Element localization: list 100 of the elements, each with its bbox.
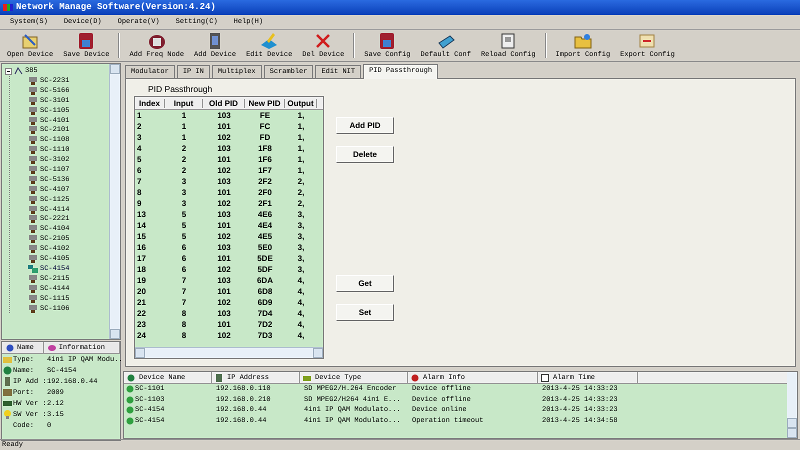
table-cell-text: 4, (296, 298, 306, 308)
table-cell-text: 7D4 (256, 309, 274, 318)
table-cell-text: 102 (216, 265, 232, 274)
table-cell-text: 2F1 (257, 199, 273, 208)
table-cell-text: 6 (180, 254, 188, 264)
table-cell-text: 2 (180, 166, 188, 176)
table-cell-text: 5DE (256, 254, 274, 264)
table-cell-text: 7 (180, 276, 188, 286)
table-cell-text: 3, (296, 243, 306, 252)
table-cell-text: 1 (180, 133, 188, 142)
table-cell-text: 1 (180, 111, 188, 120)
table-cell-text: 5DF (256, 265, 274, 274)
table-cell-text: 5 (180, 221, 188, 230)
table-cell-text: 16 (136, 243, 147, 252)
table-cell-text: 4E6 (256, 210, 274, 220)
table-cell-text: 8 (180, 309, 188, 318)
table-cell-text: 13 (136, 210, 147, 220)
table-cell-text: 6D8 (256, 287, 274, 296)
table-cell-text: 3, (296, 221, 306, 230)
table-cell-text: 6DA (256, 276, 274, 286)
table-cell-text: 7D2 (256, 320, 274, 330)
table-cell-text: 103 (216, 111, 232, 120)
table-cell-text: 3 (136, 133, 142, 142)
table-cell-text: 4 (136, 144, 142, 154)
table-cell-text: 102 (216, 166, 232, 176)
action-button[interactable]: Delete (336, 146, 394, 164)
table-cell-text: 101 (216, 122, 232, 132)
table-cell-text: 2F2 (257, 177, 273, 186)
table-cell-text: 4, (296, 287, 306, 296)
table-cell-text: 7D3 (256, 331, 274, 340)
table-cell-text: 102 (216, 199, 232, 208)
table-cell-text: FC (258, 122, 272, 132)
column-header[interactable]: New PID (245, 98, 285, 108)
action-button[interactable]: Set (336, 304, 394, 322)
table-cell-text: 22 (136, 309, 147, 318)
table-cell-text: 17 (136, 254, 147, 264)
table-cell-text: 4, (296, 331, 306, 340)
table-cell-text: 1, (296, 133, 306, 142)
table-cell-text: 101 (216, 221, 232, 230)
table-cell-text: 4, (296, 309, 306, 318)
table-cell-text: 2, (296, 177, 306, 186)
action-button[interactable]: Add PID (336, 117, 394, 134)
table-cell-text: 7 (136, 177, 142, 186)
table-cell-text: 1 (136, 111, 142, 120)
window-title: Network Manage Software(Version:4.24) (16, 2, 216, 12)
table-cell-text: 103 (216, 210, 232, 220)
table-cell-text: 24 (136, 331, 147, 340)
table-cell-text: 5 (180, 210, 188, 220)
table-cell-text: 5 (180, 232, 188, 242)
table-cell-text: 2 (136, 122, 142, 132)
table-cell-text: 1 (180, 122, 188, 132)
table-cell-text: 1F7 (257, 166, 273, 176)
table-cell-text: 6 (180, 265, 188, 274)
table-cell-text: 6D9 (256, 298, 274, 308)
table-cell-text: 1, (296, 122, 306, 132)
table-cell-text: 2 (180, 144, 188, 154)
table-cell-text: 3, (296, 210, 306, 220)
table-cell-text: 6 (136, 166, 142, 176)
table-cell-text: 103 (216, 177, 232, 186)
table-cell-text: 15 (136, 232, 147, 242)
table-cell-text: 18 (136, 265, 147, 274)
table-cell-text: 2, (296, 188, 306, 198)
table-cell-text: 19 (136, 276, 147, 286)
table-cell-text: 1F6 (257, 155, 273, 164)
table-cell-text: 101 (216, 320, 232, 330)
column-header[interactable]: Old PID (203, 98, 245, 108)
table-cell-text: 3 (180, 199, 188, 208)
column-header[interactable]: Output (285, 98, 317, 108)
table-cell-text: 101 (216, 188, 232, 198)
table-cell-text: 1F8 (257, 144, 273, 154)
table-cell-text: 3, (296, 232, 306, 242)
table-cell-text: 1, (296, 155, 306, 164)
table-cell-text: 4E4 (256, 221, 274, 230)
table-cell-text: 3 (180, 177, 188, 186)
column-header[interactable]: Index (135, 98, 165, 108)
table-cell-text: 1, (296, 144, 306, 154)
table-cell-text: 103 (216, 309, 232, 318)
table-cell-text: 101 (216, 254, 232, 264)
table-cell-text: 6 (180, 243, 188, 252)
table-cell-text: 1, (296, 166, 306, 176)
table-cell-text: 2 (180, 155, 188, 164)
table-cell-text: 5 (136, 155, 142, 164)
table-cell-text: 102 (216, 331, 232, 340)
table-cell-text: 3, (296, 254, 306, 264)
table-cell-text: 5E0 (256, 243, 274, 252)
table-cell-text: 3, (296, 265, 306, 274)
table-cell-text: 9 (136, 199, 142, 208)
table-cell-text: 102 (216, 133, 232, 142)
table-cell-text: 103 (216, 144, 232, 154)
table-cell-text: 21 (136, 298, 147, 308)
table-cell-text: 103 (216, 276, 232, 286)
table-cell-text: 101 (216, 155, 232, 164)
table-cell-text: 23 (136, 320, 147, 330)
table-cell-text: 3 (180, 188, 188, 198)
column-header[interactable]: Input (165, 98, 203, 108)
action-button[interactable]: Get (336, 275, 394, 292)
table-cell-text: 102 (216, 232, 232, 242)
table-cell-text: 2, (296, 199, 306, 208)
table-cell-text: 7 (180, 287, 188, 296)
table-cell-text: 2F0 (257, 188, 273, 198)
